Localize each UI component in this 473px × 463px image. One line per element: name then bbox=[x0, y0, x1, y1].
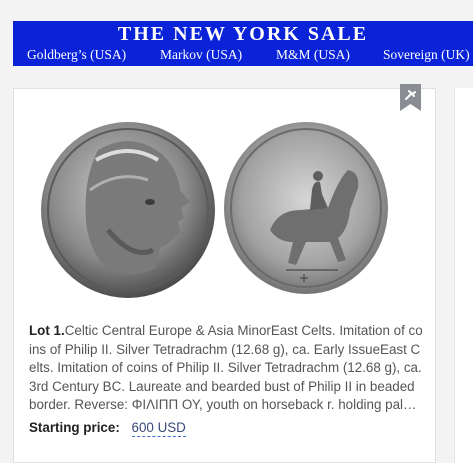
next-lot-card-edge bbox=[454, 88, 473, 463]
bookmark-icon[interactable] bbox=[400, 84, 421, 111]
coin-reverse bbox=[224, 122, 388, 294]
lot-description-text: Celtic Central Europe & Asia MinorEast C… bbox=[29, 323, 423, 413]
sale-title: THE NEW YORK SALE bbox=[117, 23, 369, 45]
house-goldbergs: Goldberg’s (USA) bbox=[27, 47, 127, 62]
coin-obverse bbox=[41, 122, 215, 298]
lot-number[interactable]: Lot 1. bbox=[29, 323, 65, 338]
house-mm: M&M (USA) bbox=[276, 47, 350, 62]
starting-price-value[interactable]: 600 USD bbox=[131, 420, 186, 437]
coin-image[interactable] bbox=[38, 110, 390, 310]
house-markov: Markov (USA) bbox=[160, 47, 243, 62]
starting-price-row: Starting price: 600 USD bbox=[29, 419, 186, 437]
house-sovereign: Sovereign (UK) bbox=[383, 47, 470, 62]
starting-price-label: Starting price: bbox=[29, 420, 120, 435]
auction-houses: Goldberg’s (USA) Markov (USA) M&M (USA) … bbox=[13, 46, 473, 64]
lot-description: Lot 1.Celtic Central Europe & Asia Minor… bbox=[29, 322, 425, 415]
sale-banner[interactable]: THE NEW YORK SALE Goldberg’s (USA) Marko… bbox=[13, 21, 473, 66]
